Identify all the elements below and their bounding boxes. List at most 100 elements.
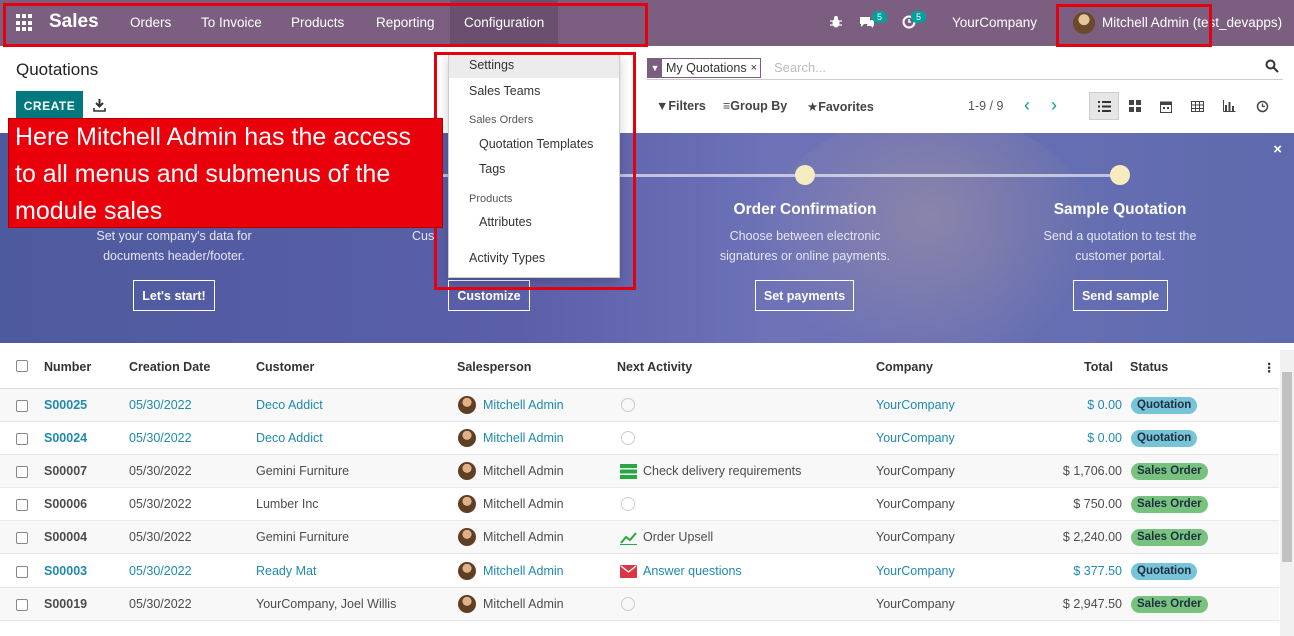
table-row[interactable]: S00025 05/30/2022 Deco Addict Mitchell A… <box>0 389 1279 422</box>
search-bar: ▼ My Quotations × Search... <box>647 56 1283 80</box>
activities-badge: 5 <box>911 11 927 23</box>
dropdown-item-sales-teams[interactable]: Sales Teams <box>449 84 619 98</box>
table-row[interactable]: S00024 05/30/2022 Deco Addict Mitchell A… <box>0 422 1279 455</box>
set-payments-button[interactable]: Set payments <box>755 280 854 311</box>
table-row[interactable]: S00019 05/30/2022 YourCompany, Joel Will… <box>0 588 1279 621</box>
dropdown-item-quotation-templates[interactable]: Quotation Templates <box>449 137 619 151</box>
column-next-activity[interactable]: Next Activity <box>617 360 692 374</box>
row-checkbox[interactable] <box>16 532 28 544</box>
menu-orders[interactable]: Orders <box>130 15 171 30</box>
row-number: S00004 <box>44 530 88 544</box>
column-customer[interactable]: Customer <box>256 360 314 374</box>
row-checkbox[interactable] <box>16 466 28 478</box>
no-activity-clock-icon[interactable] <box>621 398 635 412</box>
favorites-label: Favorites <box>818 100 874 114</box>
select-all-checkbox[interactable] <box>16 360 28 372</box>
row-total: $ 0.00 <box>1087 431 1122 445</box>
download-icon[interactable] <box>93 98 106 112</box>
pager-next-icon[interactable]: › <box>1051 95 1057 116</box>
status-badge: Sales Order <box>1131 529 1208 546</box>
row-activity[interactable]: Order Upsell <box>643 530 713 544</box>
row-checkbox[interactable] <box>16 400 28 412</box>
lets-start-button[interactable]: Let's start! <box>133 280 215 311</box>
no-activity-clock-icon[interactable] <box>621 431 635 445</box>
column-number[interactable]: Number <box>44 360 91 374</box>
column-salesperson[interactable]: Salesperson <box>457 360 531 374</box>
dropdown-item-attributes[interactable]: Attributes <box>449 215 619 229</box>
table-row[interactable]: S00006 05/30/2022 Lumber Inc Mitchell Ad… <box>0 488 1279 521</box>
graph-view-icon[interactable] <box>1214 92 1244 120</box>
dropdown-item-settings[interactable]: Settings <box>449 58 619 72</box>
row-activity[interactable]: Answer questions <box>643 564 742 578</box>
row-date: 05/30/2022 <box>129 564 192 578</box>
pager-previous-icon[interactable]: ‹ <box>1024 95 1030 116</box>
status-badge: Quotation <box>1131 563 1198 580</box>
group-by-label: Group By <box>730 99 788 113</box>
calendar-view-icon[interactable] <box>1151 92 1181 120</box>
send-sample-button[interactable]: Send sample <box>1073 280 1168 311</box>
upsell-chart-icon[interactable] <box>620 530 637 545</box>
row-activity[interactable]: Check delivery requirements <box>643 464 801 478</box>
create-button[interactable]: CREATE <box>16 91 83 121</box>
row-salesperson: Mitchell Admin <box>483 597 564 611</box>
kanban-view-icon[interactable] <box>1120 92 1150 120</box>
row-checkbox[interactable] <box>16 499 28 511</box>
activity-view-icon[interactable] <box>1247 92 1277 120</box>
group-by-button[interactable]: ≡Group By <box>723 99 787 113</box>
row-checkbox[interactable] <box>16 566 28 578</box>
search-icon[interactable] <box>1265 59 1279 73</box>
pivot-view-icon[interactable] <box>1182 92 1212 120</box>
todo-list-icon[interactable] <box>620 464 637 479</box>
no-activity-clock-icon[interactable] <box>621 597 635 611</box>
column-creation-date[interactable]: Creation Date <box>129 360 210 374</box>
user-menu[interactable]: Mitchell Admin (test_devapps) <box>1102 15 1282 30</box>
menu-reporting[interactable]: Reporting <box>376 15 435 30</box>
step-description: Set your company's data for documents hea… <box>96 229 252 263</box>
table-row[interactable]: S00004 05/30/2022 Gemini Furniture Mitch… <box>0 521 1279 554</box>
user-avatar[interactable] <box>1073 12 1095 34</box>
facet-remove-icon[interactable]: × <box>751 62 760 74</box>
favorites-button[interactable]: ★Favorites <box>807 99 874 114</box>
star-icon: ★ <box>807 100 819 114</box>
table-row[interactable]: S00003 05/30/2022 Ready Mat Mitchell Adm… <box>0 555 1279 588</box>
company-switcher[interactable]: YourCompany <box>952 15 1037 30</box>
column-company[interactable]: Company <box>876 360 933 374</box>
dropdown-item-tags[interactable]: Tags <box>449 162 619 176</box>
table-row[interactable]: S00007 05/30/2022 Gemini Furniture Mitch… <box>0 455 1279 488</box>
row-customer: Gemini Furniture <box>256 530 350 544</box>
customize-button[interactable]: Customize <box>448 280 530 311</box>
apps-menu-icon[interactable] <box>16 14 34 32</box>
row-checkbox[interactable] <box>16 599 28 611</box>
menu-products[interactable]: Products <box>291 15 344 30</box>
row-salesperson: Mitchell Admin <box>483 564 564 578</box>
close-icon[interactable]: × <box>1273 141 1282 158</box>
scrollbar-thumb[interactable] <box>1282 372 1292 562</box>
pager-value[interactable]: 1-9 / 9 <box>968 99 1003 113</box>
row-date: 05/30/2022 <box>129 597 192 611</box>
search-input[interactable]: Search... <box>774 60 826 75</box>
list-view-icon[interactable] <box>1089 92 1119 120</box>
app-brand[interactable]: Sales <box>49 11 99 33</box>
step-description: Choose between electronic signatures or o… <box>719 229 891 263</box>
row-number: S00007 <box>44 464 88 478</box>
column-total[interactable]: Total <box>1084 360 1113 374</box>
salesperson-avatar <box>458 396 476 414</box>
scrollbar[interactable] <box>1280 350 1294 636</box>
filters-label: Filters <box>668 99 706 113</box>
menu-to-invoice[interactable]: To Invoice <box>201 15 262 30</box>
column-status[interactable]: Status <box>1130 360 1168 374</box>
row-total: $ 750.00 <box>1073 497 1122 511</box>
row-date: 05/30/2022 <box>129 464 192 478</box>
row-customer: Lumber Inc <box>256 497 319 511</box>
dropdown-item-activity-types[interactable]: Activity Types <box>449 251 619 265</box>
row-salesperson: Mitchell Admin <box>483 464 564 478</box>
no-activity-clock-icon[interactable] <box>621 497 635 511</box>
email-icon[interactable] <box>620 564 637 579</box>
status-badge: Sales Order <box>1131 596 1208 613</box>
menu-configuration[interactable]: Configuration <box>464 15 544 30</box>
salesperson-avatar <box>458 495 476 513</box>
bug-icon[interactable] <box>829 15 843 29</box>
row-checkbox[interactable] <box>16 433 28 445</box>
optional-columns-icon[interactable]: ⋮ <box>1263 360 1276 375</box>
filters-button[interactable]: ▼Filters <box>656 99 706 113</box>
